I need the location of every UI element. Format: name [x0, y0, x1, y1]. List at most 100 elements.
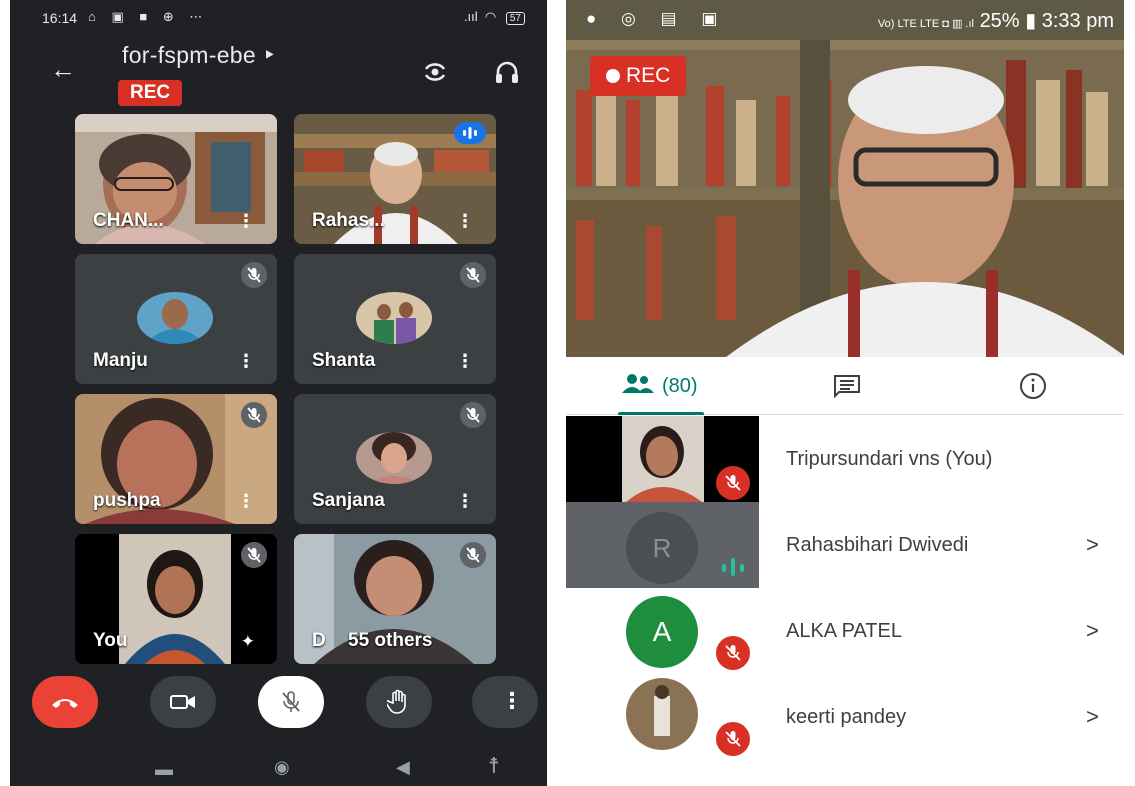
accessibility-icon[interactable]: ☨ [488, 753, 500, 779]
mic-off-icon [241, 262, 267, 288]
participant-name: Rahasbihari Dwivedi [786, 534, 969, 556]
participant-name: ALKA PATEL [786, 620, 902, 642]
end-call-button[interactable] [32, 676, 98, 728]
raise-hand-button[interactable] [366, 676, 432, 728]
participant-name: Manju [93, 350, 148, 371]
participant-row[interactable]: R Rahasbihari Dwivedi > [566, 502, 1124, 588]
status-bar: 16:14 ⌂ ▣ ■ ⊕ ⋯ .ııl ◠ 57 [10, 0, 547, 36]
back-nav-icon[interactable]: ◀ [396, 757, 410, 778]
avatar [356, 432, 432, 484]
participant-tile[interactable]: pushpa ⋮ [75, 394, 277, 524]
call-controls: ⋮ [10, 676, 547, 736]
more-vert-icon: ⋮ [501, 688, 523, 713]
back-arrow-icon[interactable]: ← [50, 54, 76, 85]
more-options-icon[interactable]: ⋮ [237, 491, 255, 512]
microphone-toggle-button[interactable] [258, 676, 324, 728]
people-count: (80) [662, 375, 698, 397]
network-icons: Vo) LTE LTE ◘ ▥ .ıl [877, 18, 974, 30]
battery-indicator: 57 [505, 12, 525, 25]
mic-off-icon [725, 731, 741, 747]
mic-off-icon [241, 402, 267, 428]
effects-sparkle-icon[interactable]: ✦ [241, 632, 255, 652]
participant-name: Sanjana [312, 490, 385, 511]
more-options-icon[interactable]: ⋮ [456, 491, 474, 512]
home-icon[interactable]: ◉ [274, 757, 290, 778]
battery-icon: ▮ [1025, 10, 1037, 32]
participant-tile[interactable]: Manju ⋮ [75, 254, 277, 384]
recording-badge: REC [590, 56, 687, 96]
speaker-video: ● ◎ ▤ ▣ Vo) LTE LTE ◘ ▥ .ıl 25% ▮ 3:33 p… [566, 0, 1124, 357]
more-options-icon[interactable]: ⋮ [456, 211, 474, 232]
more-options-icon[interactable]: ⋮ [456, 351, 474, 372]
participant-name: Shanta [312, 350, 376, 371]
speaker-video-feed [566, 0, 1124, 357]
status-bar: ● ◎ ▤ ▣ Vo) LTE LTE ◘ ▥ .ıl 25% ▮ 3:33 p… [566, 0, 1124, 42]
video-camera-icon [170, 695, 195, 709]
wifi-icon: ◠ [481, 9, 497, 24]
google-meet-grid-screen: 16:14 ⌂ ▣ ■ ⊕ ⋯ .ııl ◠ 57 ← for-fspm-ebe… [10, 0, 547, 786]
google-meet-people-screen: ● ◎ ▤ ▣ Vo) LTE LTE ◘ ▥ .ıl 25% ▮ 3:33 p… [566, 0, 1124, 786]
android-nav-bar: ▬ ◉ ◀ ☨ [10, 745, 547, 786]
tab-people[interactable]: (80) [618, 357, 704, 415]
participant-tile[interactable]: CHAN... ⋮ [75, 114, 277, 244]
others-count: 55 others [348, 630, 433, 651]
mic-off-icon [282, 691, 300, 712]
participant-thumbnail: R [566, 502, 759, 588]
meeting-title[interactable]: for-fspm-ebe ‣ [122, 42, 277, 69]
notification-icons: ● ◎ ▤ ▣ [586, 9, 728, 28]
speaking-indicator-icon [722, 558, 744, 576]
participant-row[interactable]: A ALKA PATEL > [566, 588, 1124, 674]
hang-up-icon [52, 699, 78, 708]
participant-name: D [312, 630, 326, 651]
tab-chat[interactable] [832, 357, 862, 415]
mic-off-icon [460, 262, 486, 288]
mic-off-badge [716, 466, 750, 500]
headphones-icon[interactable] [492, 57, 522, 87]
self-view-tile[interactable]: You ✦ [75, 534, 277, 664]
chevron-right-icon[interactable]: > [1086, 532, 1099, 558]
mic-off-badge [716, 636, 750, 670]
camera-toggle-button[interactable] [150, 676, 216, 728]
tab-info[interactable] [1018, 357, 1048, 415]
mic-off-icon [460, 402, 486, 428]
participant-tile[interactable]: Sanjana ⋮ [294, 394, 496, 524]
mic-off-icon [725, 645, 741, 661]
mic-off-badge [716, 722, 750, 756]
participant-name: Tripursundari vns (You) [786, 448, 993, 470]
status-right: .ııl ◠ 57 [464, 9, 525, 25]
more-options-button[interactable]: ⋮ [472, 676, 538, 728]
signal-icon: .ııl [463, 9, 478, 24]
mic-off-icon [725, 475, 741, 491]
participant-name: You [93, 630, 128, 651]
avatar [137, 292, 213, 344]
flip-camera-icon[interactable] [420, 57, 450, 87]
battery-percent: 25% [979, 10, 1020, 32]
avatar: A [626, 596, 698, 668]
record-dot-icon [606, 69, 620, 83]
status-time: 3:33 pm [1041, 10, 1114, 32]
participant-row[interactable]: keerti pandey > [566, 674, 1124, 760]
hand-icon [387, 689, 406, 714]
chevron-right-icon[interactable]: > [1086, 704, 1099, 730]
chat-icon [834, 375, 860, 399]
more-options-icon[interactable]: ⋮ [237, 211, 255, 232]
others-tile[interactable]: D 55 others [294, 534, 496, 664]
participant-tile[interactable]: Shanta ⋮ [294, 254, 496, 384]
recording-badge: REC [118, 80, 183, 106]
recording-label: REC [626, 64, 671, 87]
recents-icon[interactable]: ▬ [155, 759, 173, 780]
active-tab-indicator [618, 412, 704, 415]
notification-icons: ⌂ ▣ ■ ⊕ ⋯ [88, 9, 209, 24]
chevron-right-icon[interactable]: > [1086, 618, 1099, 644]
participant-tile[interactable]: Rahas... ⋮ [294, 114, 496, 244]
participant-name: pushpa [93, 490, 161, 511]
meeting-tabs: (80) [566, 357, 1124, 415]
participant-row[interactable]: Tripursundari vns (You) [566, 416, 1124, 502]
participant-name: CHAN... [93, 210, 164, 231]
status-right: Vo) LTE LTE ◘ ▥ .ıl 25% ▮ 3:33 pm [878, 8, 1114, 33]
avatar: R [626, 512, 698, 584]
mic-off-icon [241, 542, 267, 568]
info-icon [1020, 373, 1046, 399]
more-options-icon[interactable]: ⋮ [237, 351, 255, 372]
people-icon [622, 374, 654, 393]
